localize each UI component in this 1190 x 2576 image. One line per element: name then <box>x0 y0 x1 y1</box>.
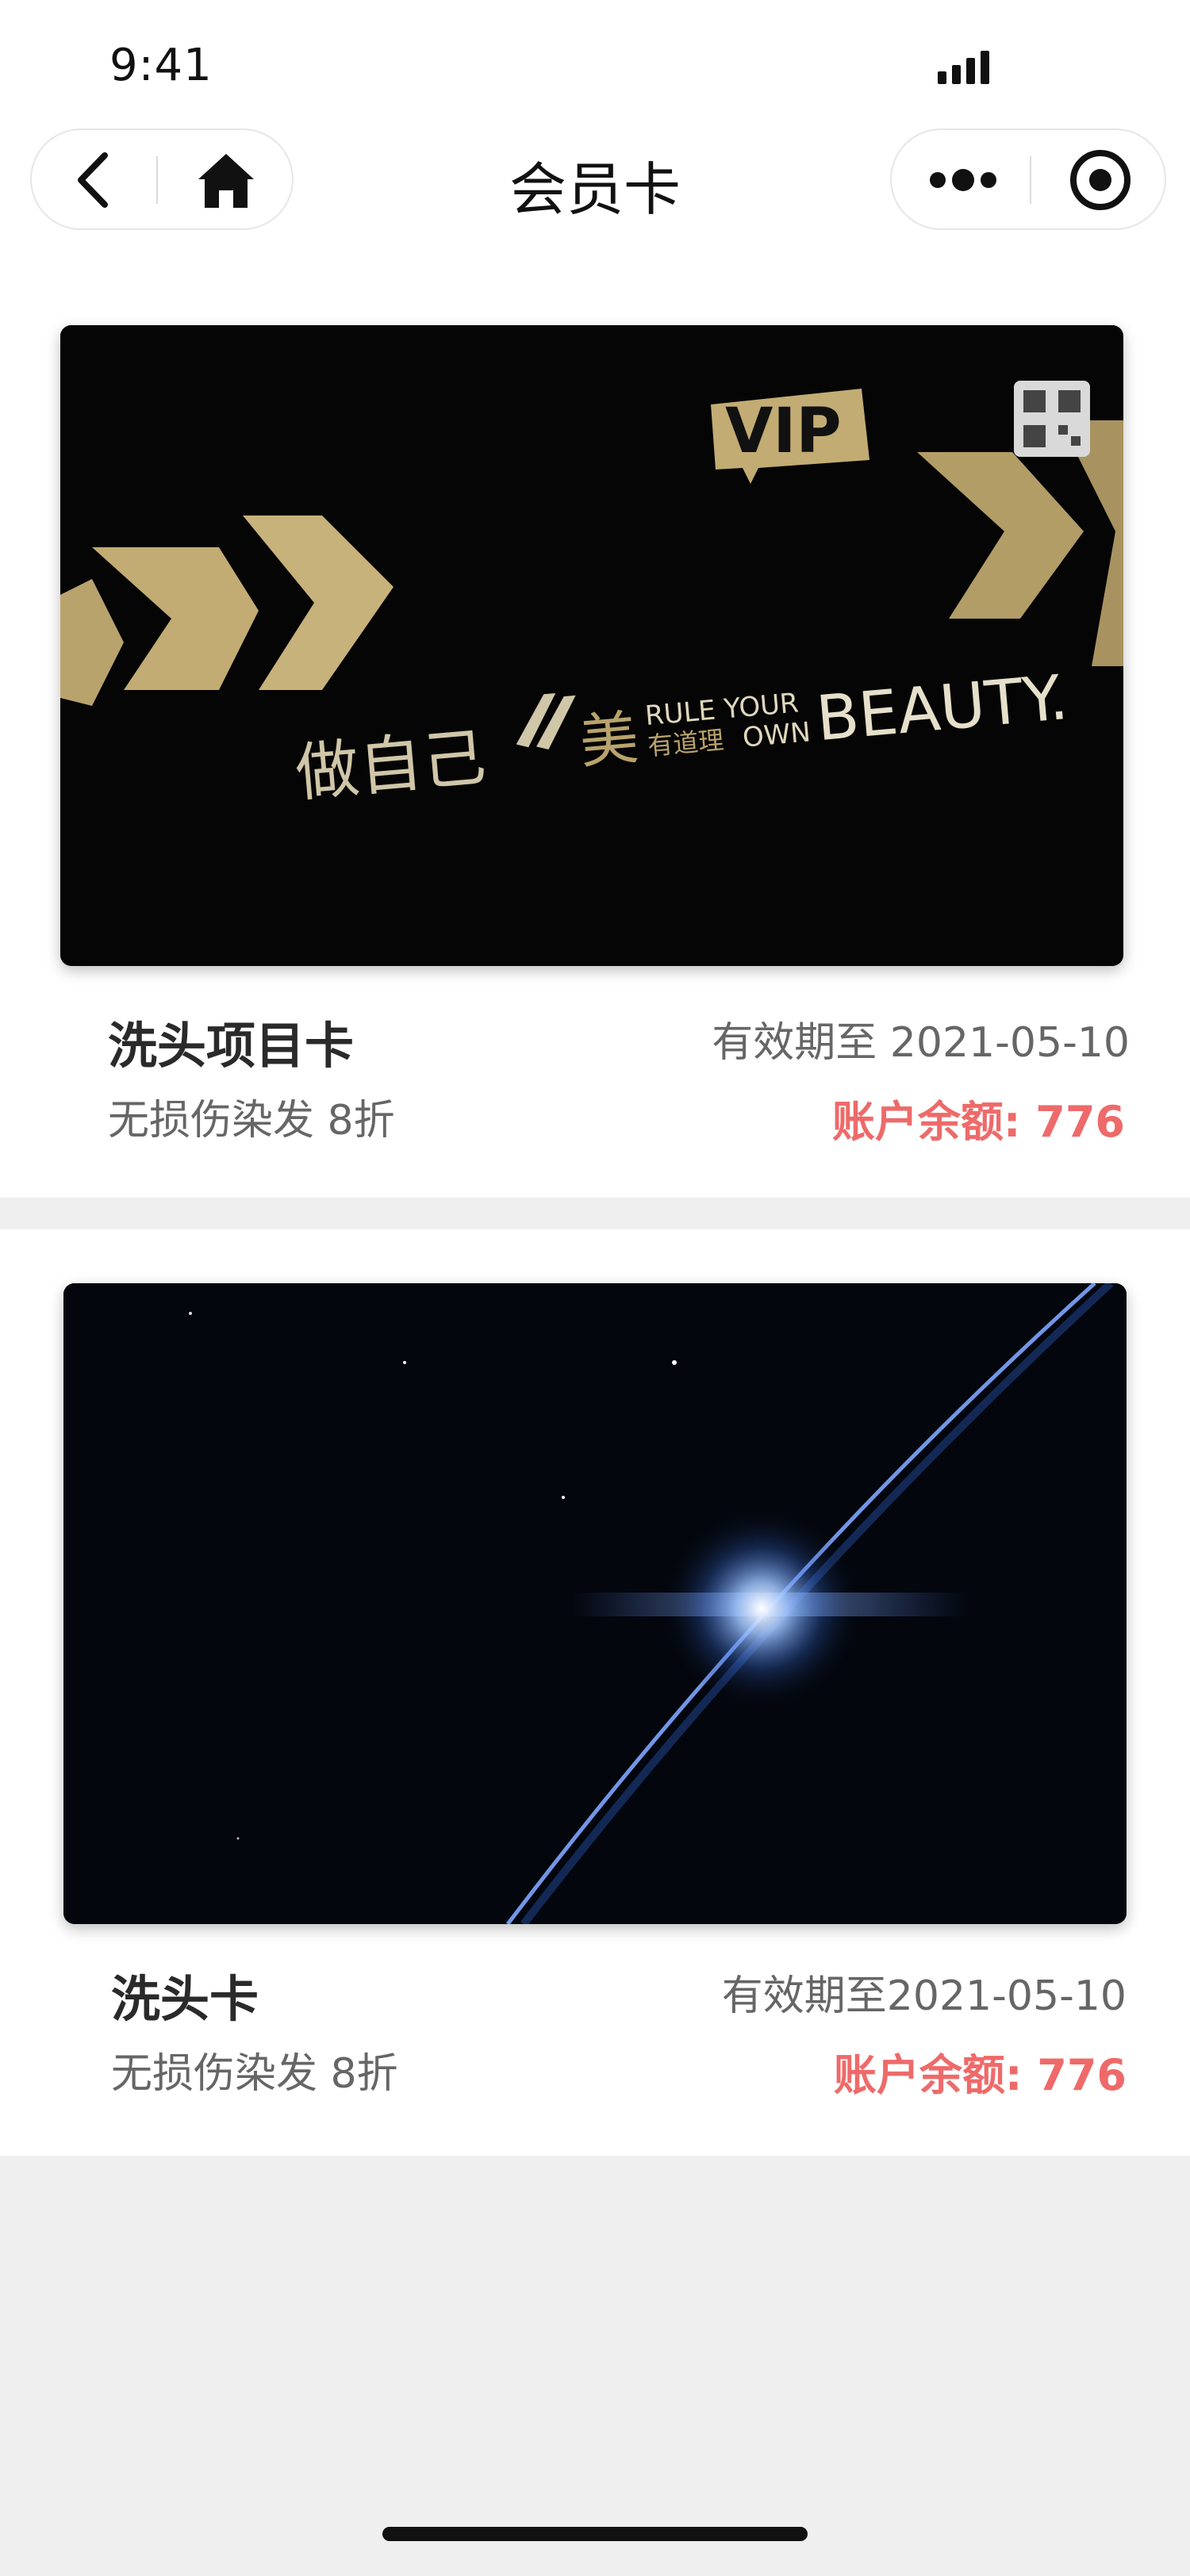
card-name: 洗头卡 <box>111 1970 259 2028</box>
qr-code-icon[interactable] <box>1014 381 1090 457</box>
top-bar: 9:41 会员卡 <box>0 0 1190 262</box>
svg-text:VIP: VIP <box>725 396 842 467</box>
signal-icon <box>938 51 989 84</box>
svg-text:美: 美 <box>577 703 641 776</box>
card-image-space <box>63 1283 1127 1924</box>
card-description: 无损伤染发 8折 <box>108 1097 395 1144</box>
svg-text:OWN: OWN <box>741 716 812 753</box>
more-dots-icon[interactable] <box>916 144 1011 216</box>
vip-card-artwork: VIP 做自己 美 RULE YOUR 有道理 OWN BEAUTY. <box>60 325 1123 966</box>
card-expiry: 有效期至2021-05-10 <box>721 1972 1127 2020</box>
member-card[interactable]: 洗头卡 无损伤染发 8折 有效期至2021-05-10 账户余额: 776 <box>0 1229 1190 2156</box>
target-circle-icon[interactable] <box>1057 144 1144 216</box>
card-description: 无损伤染发 8折 <box>111 2050 398 2098</box>
card-image-vip: VIP 做自己 美 RULE YOUR 有道理 OWN BEAUTY. <box>60 325 1123 966</box>
card-expiry: 有效期至 2021-05-10 <box>712 1019 1130 1067</box>
status-time: 9:41 <box>109 40 213 91</box>
nav-capsule-right <box>890 128 1166 230</box>
member-card[interactable]: VIP 做自己 美 RULE YOUR 有道理 OWN BEAUTY. 洗头项目… <box>0 262 1190 1198</box>
card-balance: 账户余额: 776 <box>833 2050 1127 2100</box>
home-indicator <box>382 2527 808 2541</box>
capsule-divider <box>1030 156 1031 204</box>
card-name: 洗头项目卡 <box>108 1017 355 1075</box>
card-balance: 账户余额: 776 <box>831 1097 1125 1147</box>
earth-horizon-artwork <box>63 1283 1127 1924</box>
